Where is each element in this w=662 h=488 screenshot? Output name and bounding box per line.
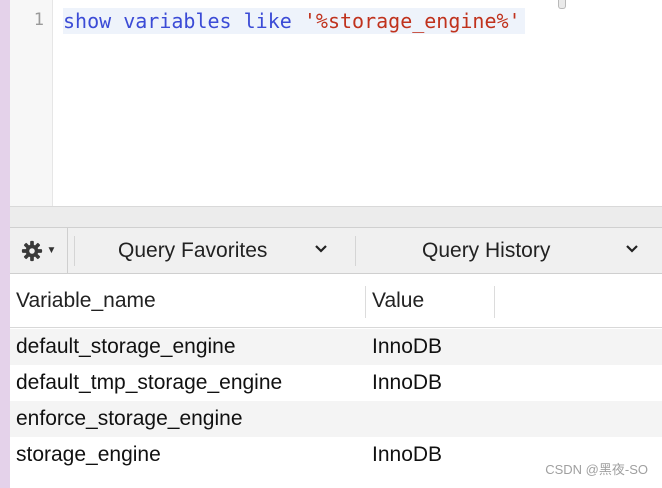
toolbar-separator — [355, 236, 356, 266]
column-header-label: Variable_name — [16, 289, 156, 312]
line-number-gutter: 1 — [10, 0, 53, 206]
chevron-down-icon[interactable] — [625, 242, 639, 261]
dropdown-caret-icon: ▼ — [46, 245, 57, 256]
cell-variable-name: storage_engine — [16, 443, 161, 466]
query-favorites-button[interactable]: Query Favorites — [118, 228, 267, 273]
keyword-show: show — [63, 9, 112, 33]
cell-variable-name: default_storage_engine — [16, 335, 236, 358]
column-header-variable-name[interactable]: Variable_name — [16, 274, 156, 328]
header-divider — [10, 327, 662, 328]
column-resize-handle[interactable] — [494, 286, 495, 318]
pane-divider[interactable] — [10, 206, 662, 228]
query-favorites-label: Query Favorites — [118, 238, 268, 262]
toolbar-separator — [74, 236, 75, 266]
keyword-variables: variables — [123, 9, 232, 33]
cell-value: InnoDB — [372, 443, 443, 466]
line-number: 1 — [33, 10, 44, 30]
sidebar-strip — [0, 0, 10, 488]
cell-variable-name: default_tmp_storage_engine — [16, 371, 283, 394]
column-resize-handle[interactable] — [365, 286, 366, 318]
query-toolbar: ▼ Query Favorites Query History — [10, 228, 662, 274]
code-line-1[interactable]: show variables like '%storage_engine%' — [63, 8, 525, 34]
query-history-button[interactable]: Query History — [422, 228, 550, 273]
splitter-handle-right[interactable] — [558, 0, 566, 9]
gear-icon — [21, 240, 43, 262]
table-row[interactable]: enforce_storage_engine — [10, 401, 662, 437]
string-literal: '%storage_engine%' — [303, 9, 521, 33]
cell-value: InnoDB — [372, 335, 443, 358]
column-header-value[interactable]: Value — [372, 274, 424, 328]
table-row[interactable]: default_storage_engine InnoDB — [10, 329, 662, 365]
cell-variable-name: enforce_storage_engine — [16, 407, 243, 430]
query-history-label: Query History — [422, 238, 551, 262]
results-table: Variable_name Value default_storage_engi… — [10, 274, 662, 488]
query-editor[interactable]: 1 show variables like '%storage_engine%' — [10, 0, 662, 206]
keyword-like: like — [243, 9, 292, 33]
gear-menu-button[interactable]: ▼ — [10, 228, 68, 273]
chevron-down-icon[interactable] — [314, 242, 328, 261]
watermark: CSDN @黑夜-SO — [545, 462, 648, 477]
column-header-label: Value — [372, 289, 425, 312]
cell-value: InnoDB — [372, 371, 443, 394]
table-row[interactable]: default_tmp_storage_engine InnoDB — [10, 365, 662, 401]
